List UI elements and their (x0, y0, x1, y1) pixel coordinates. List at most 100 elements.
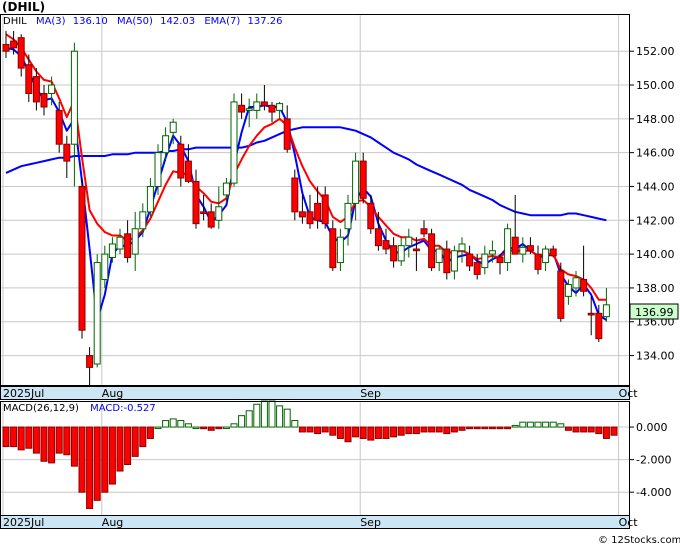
last-price-value: 136.99 (635, 306, 674, 319)
macd-tick-label: -4.000 (636, 486, 671, 499)
legend-ma3-label: MA(3) (36, 16, 66, 27)
macd-bar-positive (154, 426, 162, 430)
macd-legend-label: MACD(26,12,9) (3, 403, 79, 414)
macd-bar-negative (450, 426, 458, 433)
legend-ema7-label: EMA(7) (204, 16, 240, 27)
macd-bar-negative (382, 426, 390, 439)
candle-up (602, 304, 610, 318)
candle-down (25, 64, 33, 94)
macd-bar-positive (162, 420, 170, 428)
macd-bar-positive (534, 421, 542, 428)
candle-down (412, 248, 420, 252)
candle-down (390, 245, 398, 262)
price-x-label: Aug (102, 387, 123, 400)
candle-down (367, 202, 375, 230)
macd-bar-negative (481, 426, 489, 430)
candle-down (511, 236, 519, 255)
candle-up (70, 50, 78, 145)
macd-bar-positive (511, 424, 519, 428)
candle-down (86, 355, 94, 368)
macd-bar-negative (40, 426, 48, 462)
candle-down (17, 37, 25, 69)
macd-bar-negative (25, 426, 33, 449)
macd-bar-negative (32, 426, 40, 454)
price-x-label: Oct (619, 387, 639, 400)
candle-up (93, 262, 101, 365)
candle-up (450, 250, 458, 272)
candle-up (162, 135, 170, 154)
macd-bar-negative (359, 426, 367, 439)
candle-up (108, 243, 116, 258)
candle-up (435, 248, 443, 264)
candle-up (352, 160, 360, 204)
candle-down (55, 109, 63, 145)
candle-down (32, 76, 40, 103)
candle-down (580, 278, 588, 292)
candle-up (504, 228, 512, 264)
legend-ma50-value: 142.03 (160, 16, 195, 27)
candle-up (336, 236, 344, 264)
macd-bar-negative (580, 426, 588, 433)
candle-down (557, 270, 565, 319)
macd-bar-negative (146, 426, 154, 439)
macd-bar-negative (131, 426, 139, 457)
macd-bar-positive (291, 420, 299, 428)
macd-bar-positive (253, 403, 261, 428)
macd-bar-negative (390, 426, 398, 438)
macd-bar-positive (268, 400, 276, 428)
candle-up (405, 236, 413, 247)
candle-up (542, 248, 550, 264)
candle-down (184, 160, 192, 182)
price-tick-label: 146.00 (636, 147, 675, 160)
candle-up (245, 108, 253, 111)
macd-bar-positive (184, 423, 192, 428)
macd-bar-negative (298, 426, 306, 433)
macd-bar-positive (283, 408, 291, 428)
macd-bar-positive (260, 400, 268, 428)
macd-bar-negative (139, 426, 147, 448)
macd-bar-negative (215, 426, 223, 430)
macd-bar-negative (473, 426, 481, 430)
macd-x-axis-band (0, 515, 630, 529)
macd-bar-negative (329, 426, 337, 436)
macd-bar-negative (572, 426, 580, 433)
macd-bar-negative (55, 426, 63, 454)
price-x-axis-band (0, 386, 630, 400)
price-tick-label: 142.00 (636, 214, 675, 227)
macd-bar-negative (488, 426, 496, 430)
macd-bar-negative (2, 426, 10, 448)
candle-down (374, 228, 382, 247)
macd-tick-label: -2.000 (636, 454, 671, 467)
candle-up (154, 152, 162, 187)
macd-bar-negative (496, 426, 504, 430)
macd-bar-negative (443, 426, 451, 435)
macd-bar-positive (238, 415, 246, 428)
macd-bar-positive (169, 418, 177, 428)
candle-up (48, 84, 56, 94)
price-tick-label: 140.00 (636, 248, 675, 261)
macd-tick-label: 0.000 (636, 421, 668, 434)
macd-bar-positive (526, 421, 534, 428)
candle-down (238, 104, 246, 113)
macd-bar-negative (116, 426, 124, 472)
candle-up (215, 206, 223, 221)
legend-ma50-label: MA(50) (117, 16, 153, 27)
price-tick-label: 134.00 (636, 350, 675, 363)
macd-bar-negative (466, 426, 474, 430)
candle-down (78, 185, 86, 331)
macd-bar-positive (245, 410, 253, 428)
chart-title: (DHIL) (2, 0, 45, 14)
candle-up (397, 245, 405, 262)
candle-down (549, 248, 557, 257)
price-tick-label: 138.00 (636, 282, 675, 295)
macd-bar-negative (367, 426, 375, 441)
macd-bar-negative (397, 426, 405, 436)
macd-bar-positive (549, 421, 557, 428)
candle-down (595, 312, 603, 340)
candle-up (488, 250, 496, 255)
candle-down (496, 256, 504, 264)
candle-down (124, 233, 132, 258)
footer-credit: © 12Stocks.com (598, 535, 680, 546)
candle-up (101, 253, 109, 280)
macd-bar-negative (412, 426, 420, 435)
